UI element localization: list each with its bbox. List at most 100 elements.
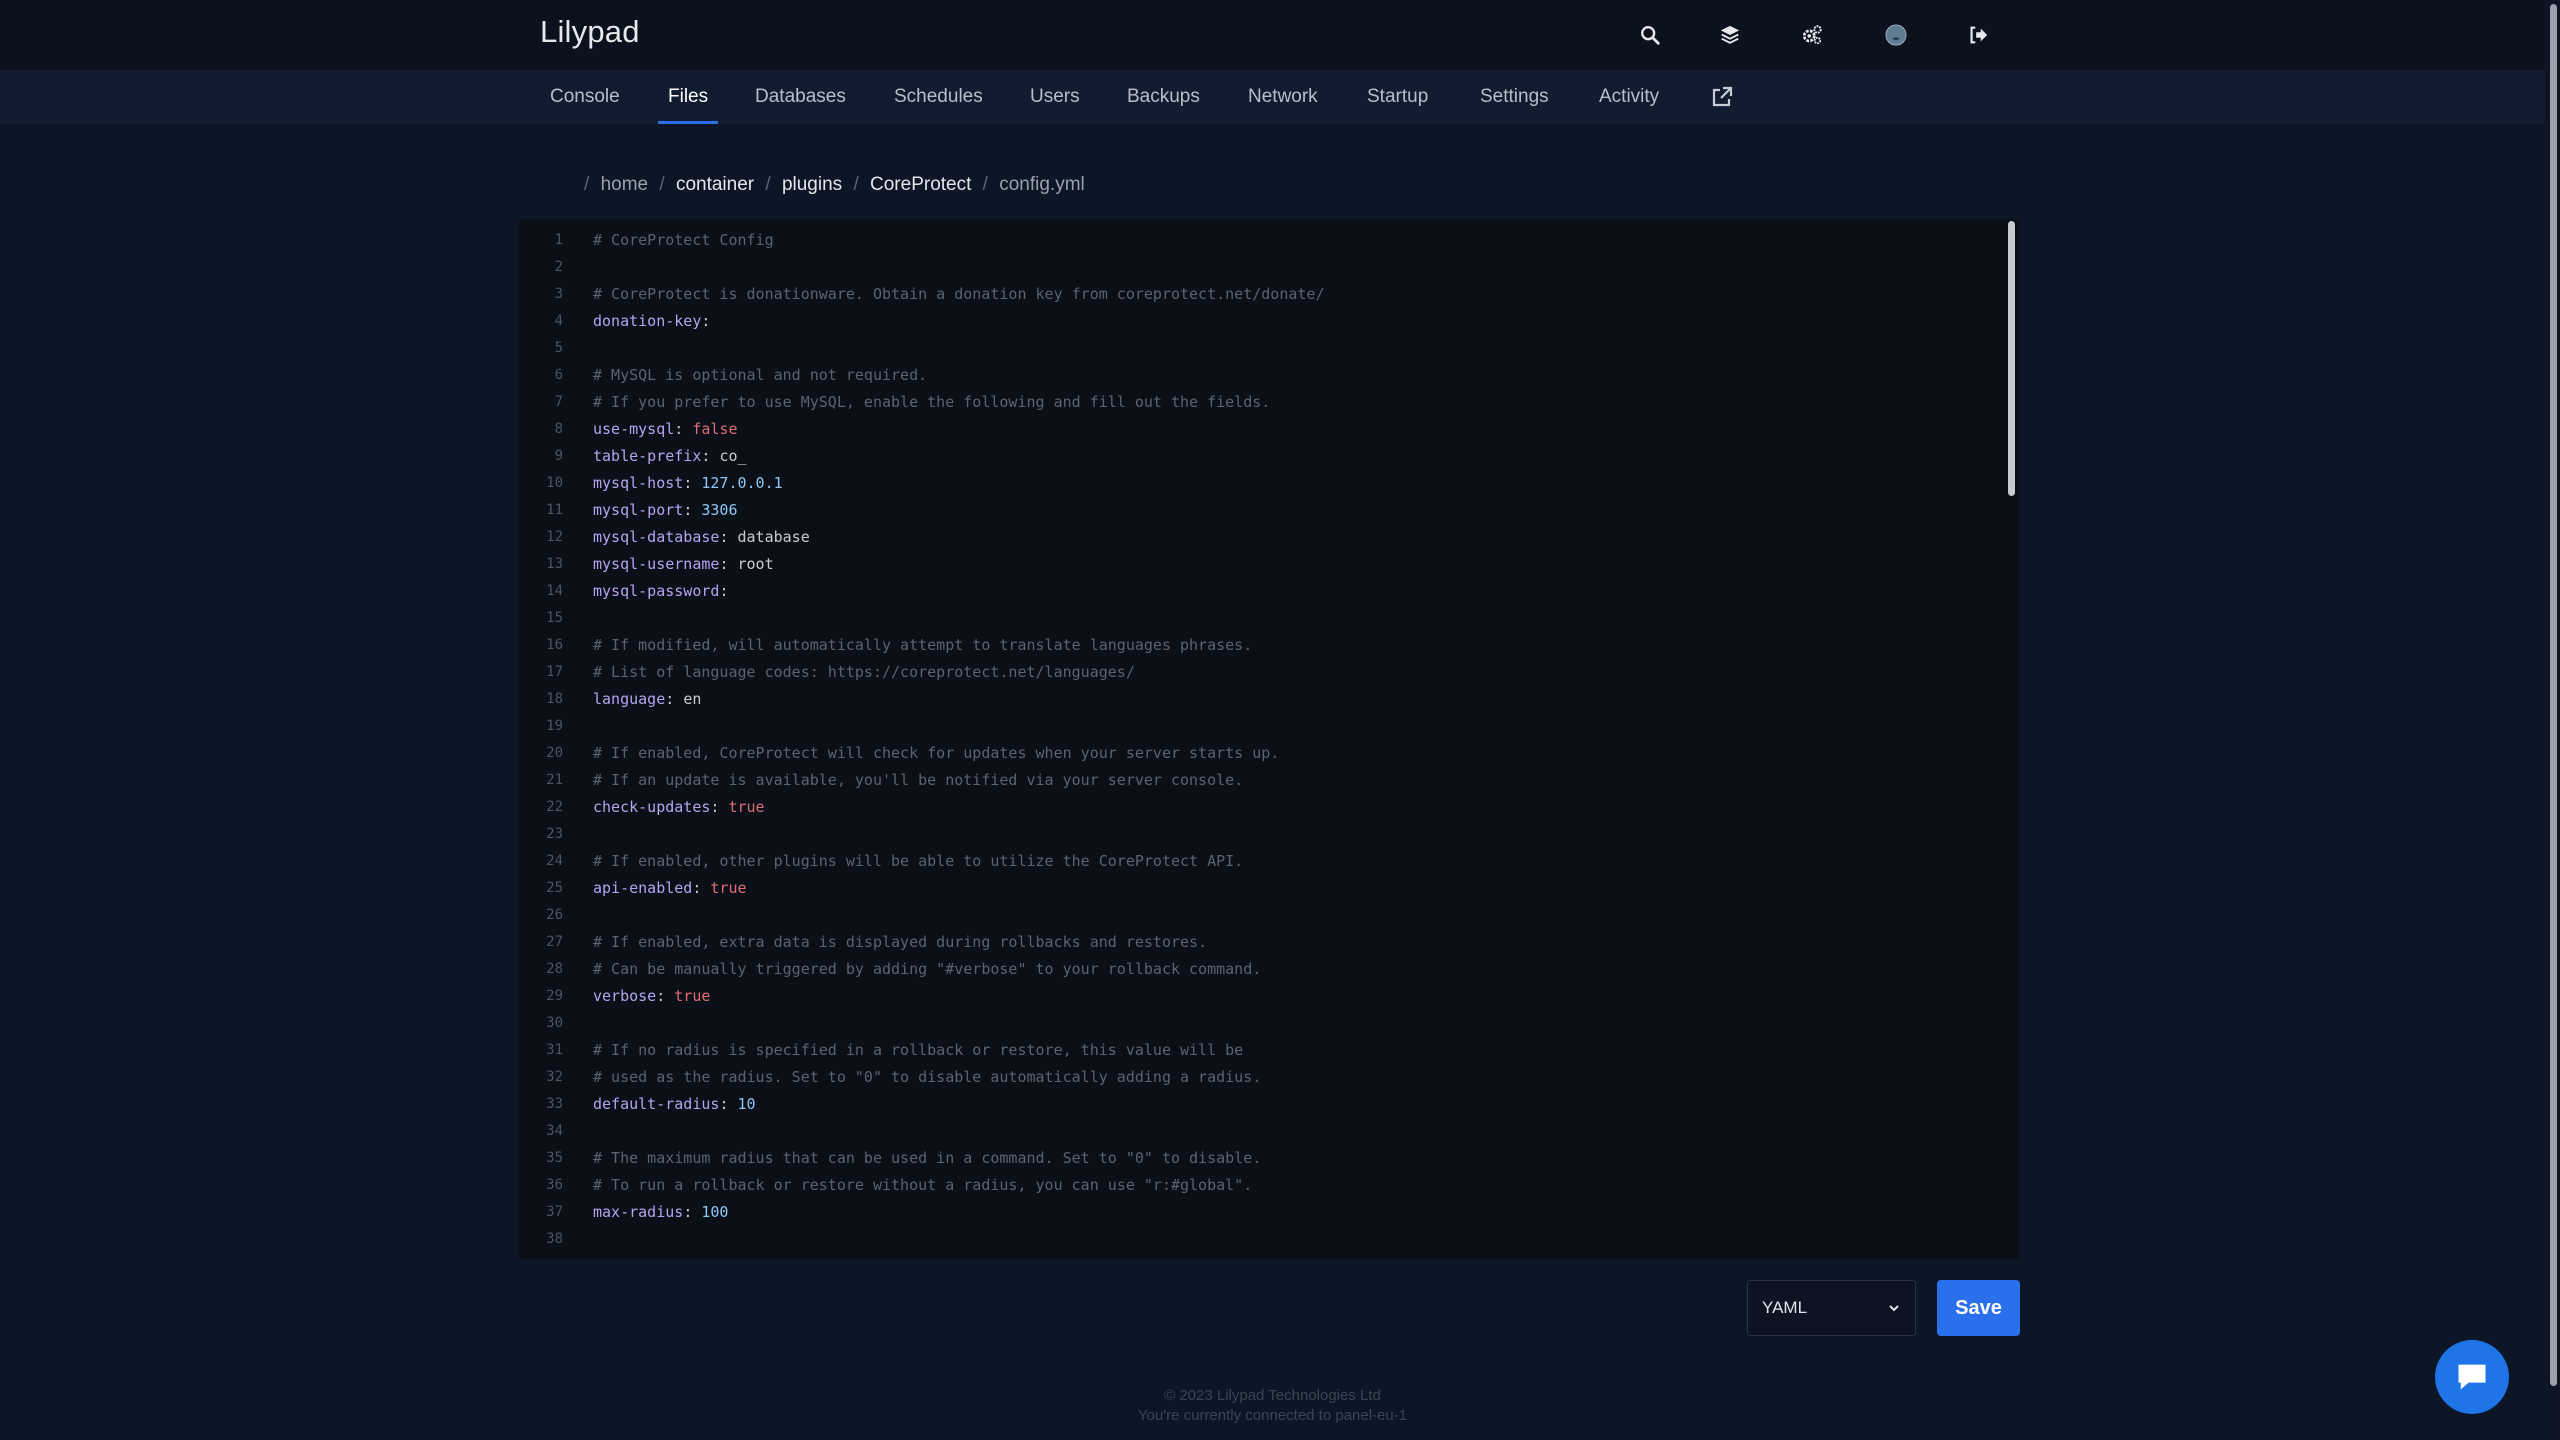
line-number: 5 <box>554 340 563 356</box>
code-token: # List of language codes: https://corepr… <box>593 663 1135 681</box>
breadcrumb-separator: / <box>982 174 988 195</box>
code-token: : <box>656 987 675 1005</box>
code-token: database <box>737 528 810 546</box>
gears-icon[interactable] <box>1794 17 1830 53</box>
page-scrollbar-thumb[interactable] <box>2550 4 2557 1386</box>
code-token: # MySQL is optional and not required. <box>593 366 928 384</box>
code-token: mysql-username <box>593 555 720 573</box>
code-text: mysql-port: 3306 <box>593 497 738 524</box>
line-number: 35 <box>546 1150 563 1166</box>
line-number: 33 <box>546 1096 563 1112</box>
external-link-icon[interactable] <box>1710 85 1734 109</box>
code-text: table-prefix: co_ <box>593 443 747 470</box>
code-editor[interactable]: 1 # CoreProtect Config 2 3 # CoreProtect is … <box>519 219 2019 1259</box>
line-number: 25 <box>546 880 563 896</box>
code-text: language: en <box>593 686 701 713</box>
code-token: root <box>737 555 774 573</box>
code-token: # If modified, will automatically attemp… <box>593 636 1253 654</box>
code-text: # If enabled, other plugins will be able… <box>593 848 1243 875</box>
code-token: true <box>710 879 747 897</box>
tab-databases[interactable]: Databases <box>745 70 856 124</box>
code-token: default-radius <box>593 1095 720 1113</box>
breadcrumb-separator: / <box>765 174 771 195</box>
tab-schedules[interactable]: Schedules <box>884 70 993 124</box>
line-number: 19 <box>546 718 563 734</box>
line-number: 29 <box>546 988 563 1004</box>
language-select-value: YAML <box>1762 1298 1808 1317</box>
code-token: # If an update is available, you'll be n… <box>593 771 1244 789</box>
tab-network[interactable]: Network <box>1238 70 1328 124</box>
footer-copyright: © 2023 Lilypad Technologies Ltd <box>1164 1387 1381 1404</box>
code-token: # CoreProtect Config <box>593 231 774 249</box>
code-token: : <box>701 447 720 465</box>
line-number: 17 <box>546 664 563 680</box>
line-number: 20 <box>546 745 563 761</box>
line-number: 22 <box>546 799 563 815</box>
code-token: : <box>719 1095 738 1113</box>
line-number: 38 <box>546 1231 563 1247</box>
code-text: # List of language codes: https://corepr… <box>593 659 1135 686</box>
code-token: verbose <box>593 987 657 1005</box>
breadcrumb-separator: / <box>659 174 665 195</box>
line-number: 23 <box>546 826 563 842</box>
code-token: donation-key <box>593 312 702 330</box>
code-text: default-radius: 10 <box>593 1091 756 1118</box>
tab-activity[interactable]: Activity <box>1589 70 1669 124</box>
line-number: 13 <box>546 556 563 572</box>
code-token: : <box>719 528 738 546</box>
search-icon[interactable] <box>1632 17 1668 53</box>
code-text: # If an update is available, you'll be n… <box>593 767 1243 794</box>
breadcrumb-home[interactable]: home <box>601 174 649 195</box>
breadcrumb-current-file: config.yml <box>999 174 1085 195</box>
breadcrumb-separator: / <box>584 174 590 195</box>
breadcrumb-coreprotect[interactable]: CoreProtect <box>870 174 971 195</box>
code-token: 3306 <box>701 501 738 519</box>
code-token: table-prefix <box>593 447 702 465</box>
code-text: mysql-database: database <box>593 524 810 551</box>
code-token: : <box>719 582 729 600</box>
tab-console[interactable]: Console <box>540 70 630 124</box>
code-token: mysql-host <box>593 474 684 492</box>
line-number: 14 <box>546 583 563 599</box>
breadcrumb-plugins[interactable]: plugins <box>782 174 842 195</box>
code-text: # MySQL is optional and not required. <box>593 362 927 389</box>
code-token: # If enabled, other plugins will be able… <box>593 852 1244 870</box>
tab-settings[interactable]: Settings <box>1470 70 1559 124</box>
brand-title[interactable]: Lilypad <box>540 14 640 50</box>
code-token: : <box>710 798 729 816</box>
line-number: 8 <box>554 421 563 437</box>
editor-scrollbar[interactable] <box>2008 221 2015 496</box>
tab-users[interactable]: Users <box>1020 70 1090 124</box>
line-number: 28 <box>546 961 563 977</box>
page-scrollbar[interactable] <box>2547 0 2560 1440</box>
code-text: # The maximum radius that can be used in… <box>593 1145 1261 1172</box>
code-text: api-enabled: true <box>593 875 747 902</box>
code-token: true <box>674 987 711 1005</box>
code-text: # CoreProtect Config <box>593 227 774 254</box>
line-number: 7 <box>554 394 563 410</box>
line-number: 2 <box>554 259 563 275</box>
tab-backups[interactable]: Backups <box>1117 70 1210 124</box>
layers-icon[interactable] <box>1712 17 1748 53</box>
line-number: 15 <box>546 610 563 626</box>
code-token: 100 <box>701 1203 729 1221</box>
breadcrumb-container[interactable]: container <box>676 174 754 195</box>
code-text: # If enabled, extra data is displayed du… <box>593 929 1207 956</box>
footer-connection: You're currently connected to panel-eu-1 <box>1137 1407 1408 1424</box>
logout-icon[interactable] <box>1960 17 1996 53</box>
code-text: check-updates: true <box>593 794 765 821</box>
code-token: 10 <box>737 1095 756 1113</box>
tab-startup[interactable]: Startup <box>1357 70 1438 124</box>
line-number: 36 <box>546 1177 563 1193</box>
code-token: : <box>719 555 738 573</box>
language-select[interactable]: YAML <box>1747 1280 1916 1336</box>
code-text: # CoreProtect is donationware. Obtain a … <box>593 281 1325 308</box>
avatar[interactable] <box>1878 17 1914 53</box>
chat-button[interactable] <box>2435 1340 2509 1414</box>
code-token: use-mysql <box>593 420 675 438</box>
save-button[interactable]: Save <box>1937 1280 2020 1336</box>
line-number: 4 <box>554 313 563 329</box>
line-number: 24 <box>546 853 563 869</box>
line-number: 10 <box>546 475 563 491</box>
tab-files[interactable]: Files <box>658 70 719 124</box>
